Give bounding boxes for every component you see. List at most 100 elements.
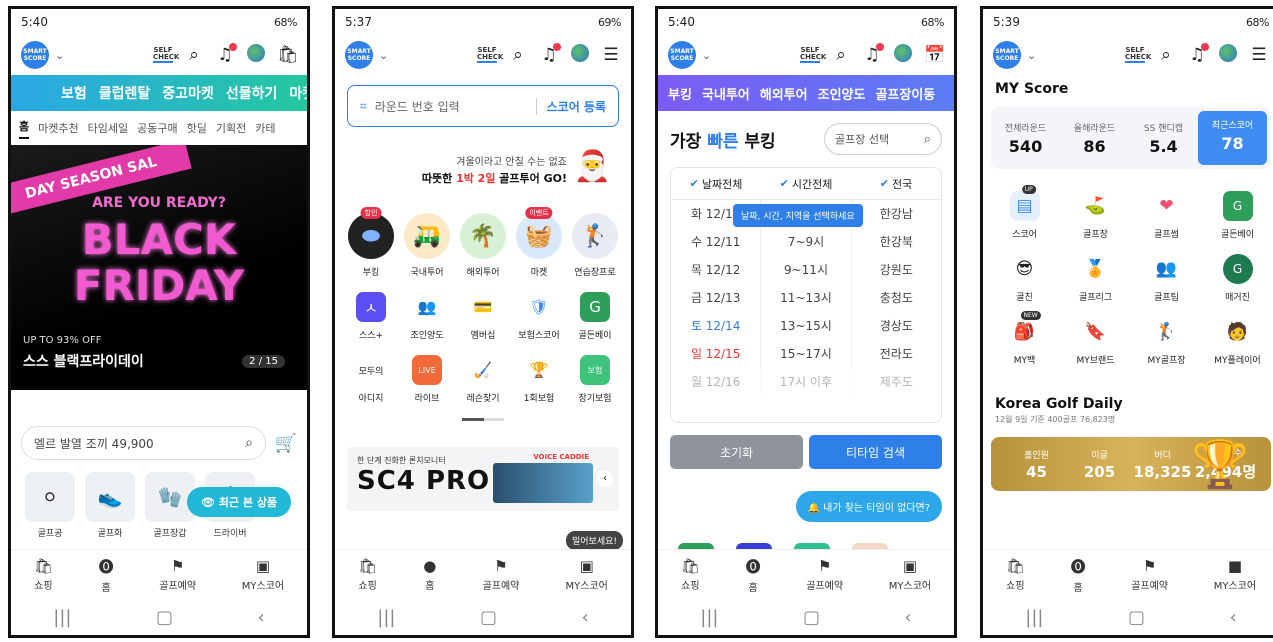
- globe-icon[interactable]: [1218, 43, 1238, 67]
- tab-category[interactable]: 카테: [255, 120, 275, 136]
- chevron-down-icon[interactable]: ⌄: [379, 49, 388, 62]
- app-logo[interactable]: SMART SCORE: [345, 41, 373, 69]
- category-used-market[interactable]: 중고마켓: [162, 83, 214, 103]
- service-ss-plus[interactable]: ㅅ 스스+: [343, 292, 399, 341]
- service-long-term-insurance[interactable]: 보험 장기보험: [567, 355, 623, 404]
- chevron-down-icon[interactable]: ⌄: [1027, 49, 1036, 62]
- app-logo[interactable]: SMART SCORE: [668, 41, 696, 69]
- search-input[interactable]: 엘르 발열 조끼 49,900 ⌕: [21, 426, 266, 460]
- black-friday-banner[interactable]: DAY SEASON SAL ARE YOU READY? BLACK FRID…: [11, 145, 307, 390]
- self-check-icon[interactable]: SELF CHECK: [1125, 47, 1151, 63]
- menu-my-golf-course[interactable]: 🏌 MY골프장: [1131, 317, 1202, 366]
- search-icon[interactable]: ⌕: [245, 435, 253, 451]
- search-icon[interactable]: ⌕: [831, 45, 851, 65]
- nav-golf-booking[interactable]: ⚑ 골프예약: [483, 557, 520, 592]
- back-icon[interactable]: ‹: [1230, 607, 1237, 628]
- recent-apps-icon[interactable]: |||: [377, 607, 395, 628]
- home-button-icon[interactable]: ▢: [803, 607, 820, 628]
- home-button-icon[interactable]: ▢: [1128, 607, 1145, 628]
- cart-icon[interactable]: 🛒: [275, 433, 297, 454]
- product-golf-shoes[interactable]: 👟 골프화: [85, 472, 135, 539]
- menu-my-brand[interactable]: 🔖 MY브랜드: [1060, 317, 1131, 366]
- service-market[interactable]: 이벤트 🧺 마켓: [511, 207, 567, 278]
- back-icon[interactable]: ‹: [258, 607, 265, 628]
- back-icon[interactable]: ‹: [905, 607, 912, 628]
- recent-apps-icon[interactable]: |||: [700, 607, 718, 628]
- filter-region-all[interactable]: ✔ 전국: [851, 168, 941, 199]
- service-join-transfer[interactable]: 👥 조인양도: [399, 292, 455, 341]
- product-golf-ball[interactable]: ⚪ 골프공: [25, 472, 75, 539]
- tab-home[interactable]: 홈: [19, 118, 30, 139]
- tee-time-search-button[interactable]: 티타임 검색: [809, 435, 942, 469]
- bell-icon[interactable]: ♫: [862, 43, 884, 65]
- service-live[interactable]: LIVE 라이브: [399, 355, 455, 404]
- stat-year-rounds[interactable]: 올해라운드 86: [1060, 121, 1129, 156]
- nav-my-score[interactable]: ▣ MY스코어: [242, 557, 284, 592]
- category-club-rental[interactable]: 클럽렌탈: [99, 83, 151, 103]
- sc4-pro-banner[interactable]: 한 단계 진화한 론치모니터 SC4 PRO VOICE CADDIE ‹: [347, 447, 619, 511]
- nav-home[interactable]: ⓿홈: [99, 556, 114, 594]
- self-check-icon[interactable]: SELF CHECK: [800, 47, 826, 63]
- tour-promo[interactable]: 겨울이라고 안칠 수는 없죠 따뜻한 1박 2일 골프투어 GO! 🎅: [347, 149, 619, 197]
- filter-date-all[interactable]: ✔ 날짜전체: [671, 168, 761, 199]
- menu-score[interactable]: UP ▤ 스코어: [989, 185, 1060, 240]
- globe-icon[interactable]: [893, 43, 913, 67]
- nav-home[interactable]: ⓿홈: [1071, 556, 1086, 594]
- my-bag-icon[interactable]: 🛍: [277, 45, 299, 65]
- swipe-hint-button[interactable]: 밀어보세요!: [565, 531, 623, 550]
- service-membership[interactable]: 💳 멤버십: [455, 292, 511, 341]
- menu-my-bag[interactable]: NEW 🎒 MY백: [989, 311, 1060, 366]
- chevron-down-icon[interactable]: ⌄: [55, 49, 64, 62]
- bell-icon[interactable]: ♫: [215, 43, 237, 65]
- menu-golf-team[interactable]: 👥 골프팀: [1131, 254, 1202, 303]
- service-domestic-tour[interactable]: 🛺 국내투어: [399, 213, 455, 278]
- nav-home[interactable]: ● 홈: [423, 557, 436, 592]
- category-join-transfer[interactable]: 조인양도: [818, 84, 866, 103]
- nav-golf-booking[interactable]: ⚑ 골프예약: [159, 557, 196, 592]
- menu-golf-friend[interactable]: 😎 골친: [989, 254, 1060, 303]
- calendar-icon[interactable]: 📅: [924, 45, 945, 65]
- menu-golf-course[interactable]: ⛳ 골프장: [1060, 191, 1131, 240]
- no-time-button[interactable]: 🔔 내가 찾는 타임이 없다면?: [795, 491, 942, 522]
- menu-icon[interactable]: ☰: [601, 45, 621, 65]
- category-overseas-tour[interactable]: 해외투어: [760, 84, 808, 103]
- category-gift[interactable]: 선물하기: [226, 83, 278, 103]
- nav-my-score[interactable]: ■ MY스코어: [1214, 557, 1256, 592]
- menu-icon[interactable]: ☰: [1249, 45, 1269, 65]
- self-check-icon[interactable]: SELF CHECK: [153, 47, 179, 63]
- tab-group-buy[interactable]: 공동구매: [137, 120, 177, 136]
- nav-home[interactable]: ⓿홈: [746, 556, 761, 594]
- nav-my-score[interactable]: ▣ MY스코어: [566, 557, 608, 592]
- menu-golf-some[interactable]: ❤ 골프썸: [1131, 191, 1202, 240]
- tab-time-sale[interactable]: 타임세일: [88, 120, 128, 136]
- nav-golf-booking[interactable]: ⚑ 골프예약: [806, 557, 843, 592]
- service-adiji[interactable]: 모두의 아디지: [343, 355, 399, 404]
- tab-market-recommend[interactable]: 마켓추천: [38, 120, 78, 136]
- category-course-move[interactable]: 골프장이동: [875, 84, 935, 103]
- service-overseas-tour[interactable]: 🌴 해외투어: [455, 213, 511, 278]
- nav-shopping[interactable]: 🛍 쇼핑: [1006, 557, 1025, 592]
- home-button-icon[interactable]: ▢: [480, 607, 497, 628]
- stat-handicap[interactable]: SS 핸디캡 5.4: [1129, 121, 1198, 156]
- app-logo[interactable]: SMART SCORE: [21, 41, 49, 69]
- service-booking[interactable]: 할인 ⬬ 부킹: [343, 207, 399, 278]
- stat-total-rounds[interactable]: 전체라운드 540: [991, 121, 1060, 156]
- chevron-left-icon[interactable]: ‹: [597, 471, 613, 487]
- recent-apps-icon[interactable]: |||: [1025, 607, 1043, 628]
- service-insurance-score[interactable]: 🛡 보험스코어: [511, 292, 567, 341]
- reset-button[interactable]: 초기화: [670, 435, 803, 469]
- tab-hot-deal[interactable]: 핫딜: [187, 120, 207, 136]
- bell-icon[interactable]: ♫: [1187, 43, 1209, 65]
- nav-my-score[interactable]: ▣ MY스코어: [889, 557, 931, 592]
- nav-shopping[interactable]: 🛍 쇼핑: [34, 557, 53, 592]
- bell-icon[interactable]: ♫: [539, 43, 561, 65]
- filter-time-all[interactable]: ✔ 시간전체: [761, 168, 851, 199]
- chevron-down-icon[interactable]: ⌄: [702, 49, 711, 62]
- search-icon[interactable]: ⌕: [1156, 45, 1176, 65]
- category-domestic-tour[interactable]: 국내투어: [702, 84, 750, 103]
- recent-apps-icon[interactable]: |||: [53, 607, 71, 628]
- search-icon[interactable]: ⌕: [184, 45, 204, 65]
- service-one-time-insurance[interactable]: 🏆 1회보험: [511, 355, 567, 404]
- menu-my-player[interactable]: 🧑 MY플레이어: [1202, 317, 1273, 366]
- service-lesson-search[interactable]: 🏑 레슨찾기: [455, 355, 511, 404]
